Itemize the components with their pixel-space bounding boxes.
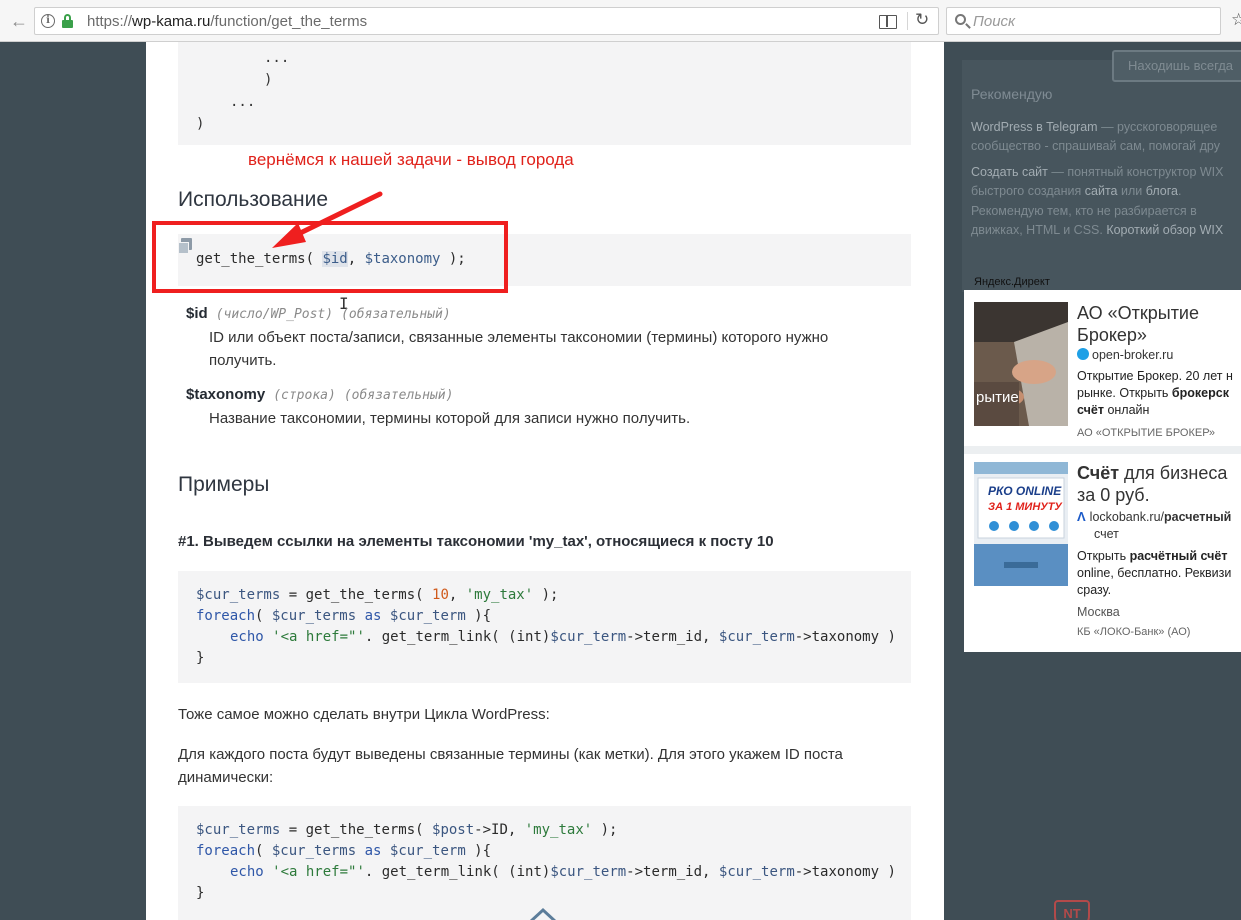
example-code-block: $cur_terms = get_the_terms( 10, 'my_tax'… [178,571,911,683]
example-code-block: $cur_terms = get_the_terms( $post->ID, '… [178,806,911,920]
search-input[interactable] [973,11,1213,31]
watermark-logo-icon: NT [1054,900,1090,920]
param-name: $id [186,305,208,322]
ad-domain[interactable]: Λlockobank.ru/расчетный [1077,509,1231,524]
ad-owner: АО «ОТКРЫТИЕ БРОКЕР» [1077,427,1216,439]
example-title: #1. Выведем ссылки на элементы таксономи… [178,533,774,550]
reload-icon[interactable]: ↻ [915,10,929,30]
param-desc: ID или объект поста/записи, связанные эл… [209,329,829,369]
ad-title[interactable]: АО «Открытие Брокер» [1077,302,1199,346]
param-type: (строка) [273,388,336,403]
paragraph: Для каждого поста будут выведены связанн… [178,746,843,786]
search-icon [955,14,966,25]
ad-image-text: ЗА 1 МИНУТУ [988,501,1063,513]
separator [907,12,908,30]
scroll-up-chevron-icon[interactable] [528,904,558,920]
lock-icon [62,14,73,28]
reader-view-icon[interactable] [878,13,897,29]
recommend-line: быстрого создания сайта или блога. [971,184,1182,198]
url-text[interactable]: https://wp-kama.ru/function/get_the_term… [87,13,367,30]
ad-image-text: РКО ONLINE [988,484,1062,498]
code-line: } [196,885,205,901]
code-line: ... [264,50,290,66]
code-line: ... [230,94,256,110]
ad-block: рытие АО «Открытие Брокер» open-broker.ru… [964,290,1241,652]
ad-city: Москва [1077,605,1120,619]
article-content: ) ... ) ... ) вернёмся к нашей задачи - … [146,42,944,920]
address-bar[interactable]: i https://wp-kama.ru/function/get_the_te… [34,7,939,35]
bookmark-star-icon[interactable]: ☆ [1231,10,1241,30]
paragraph: Тоже самое можно сделать внутри Цикла Wo… [178,706,550,723]
ad-image[interactable]: рытие [974,302,1068,426]
divider [964,446,1241,454]
param-required: (обязательный) [341,307,451,322]
recommend-line[interactable]: движках, HTML и CSS. Короткий обзор WIX [971,221,1241,241]
code-line: echo '<a href="'. get_term_link( (int)$c… [230,864,896,880]
recommend-title: Рекомендую [971,86,1053,102]
ad-owner: КБ «ЛОКО-Банк» (АО) [1077,626,1191,638]
code-line: } [196,650,205,666]
browser-toolbar: ← i https://wp-kama.ru/function/get_the_… [0,0,1241,42]
code-line: echo '<a href="'. get_term_link( (int)$c… [230,629,896,645]
param-type: (число/WP_Post) [215,307,334,322]
search-box[interactable] [946,7,1221,35]
code-line: foreach( $cur_terms as $cur_term ){ [196,608,492,624]
recommend-line: сообщество - спрашивай сам, помогай дру [971,139,1220,153]
param-name: $taxonomy [186,386,266,403]
code-block-top: ) ... ) ... ) [178,42,911,145]
ad-title[interactable]: Счёт для бизнеса за 0 руб. [1077,462,1227,506]
ad-image-text: рытие [976,389,1019,406]
recommend-line[interactable]: WordPress в Telegram — русскоговорящее [971,118,1241,138]
examples-heading: Примеры [178,473,270,496]
ad-desc: Открыть расчётный счёт online, бесплатно.… [1077,549,1232,597]
param-taxonomy: $taxonomy (строка) (обязательный) [186,386,453,404]
annotation-text: вернёмся к нашей задачи - вывод города [248,150,574,169]
find-always-button[interactable]: Находишь всегда [1112,50,1241,82]
code-line: $cur_terms = get_the_terms( 10, 'my_tax'… [196,587,559,603]
param-desc: Название таксономии, термины которой для… [209,410,691,427]
ad-image[interactable]: РКО ONLINE ЗА 1 МИНУТУ [974,462,1068,586]
code-line: ) [196,116,205,132]
ad-domain[interactable]: open-broker.ru [1077,348,1173,362]
info-icon[interactable]: i [41,14,55,28]
recommend-line[interactable]: Создать сайт — понятный конструктор WIX [971,163,1241,183]
lockobank-logo-icon: Λ [1077,509,1086,524]
sidebar: Находишь всегда Рекомендую WordPress в T… [944,42,1241,920]
ad-desc: Открытие Брокер. 20 лет н рынке. Открыть … [1077,369,1233,417]
ad-domain[interactable]: счет [1094,527,1119,541]
code-line: foreach( $cur_terms as $cur_term ){ [196,843,492,859]
param-id: $id (число/WP_Post) (обязательный) [186,305,451,323]
param-required: (обязательный) [343,388,454,403]
code-line: ) [264,72,273,88]
code-line: ) [264,42,272,44]
annotation-arrow-icon [272,191,383,248]
recommend-line: Рекомендую тем, кто не разбирается в [971,204,1197,218]
back-arrow-icon[interactable]: ← [8,11,30,33]
open-broker-logo-icon [1077,348,1089,360]
code-line: $cur_terms = get_the_terms( $post->ID, '… [196,822,618,838]
ad-label: Яндекс.Директ [974,276,1050,288]
